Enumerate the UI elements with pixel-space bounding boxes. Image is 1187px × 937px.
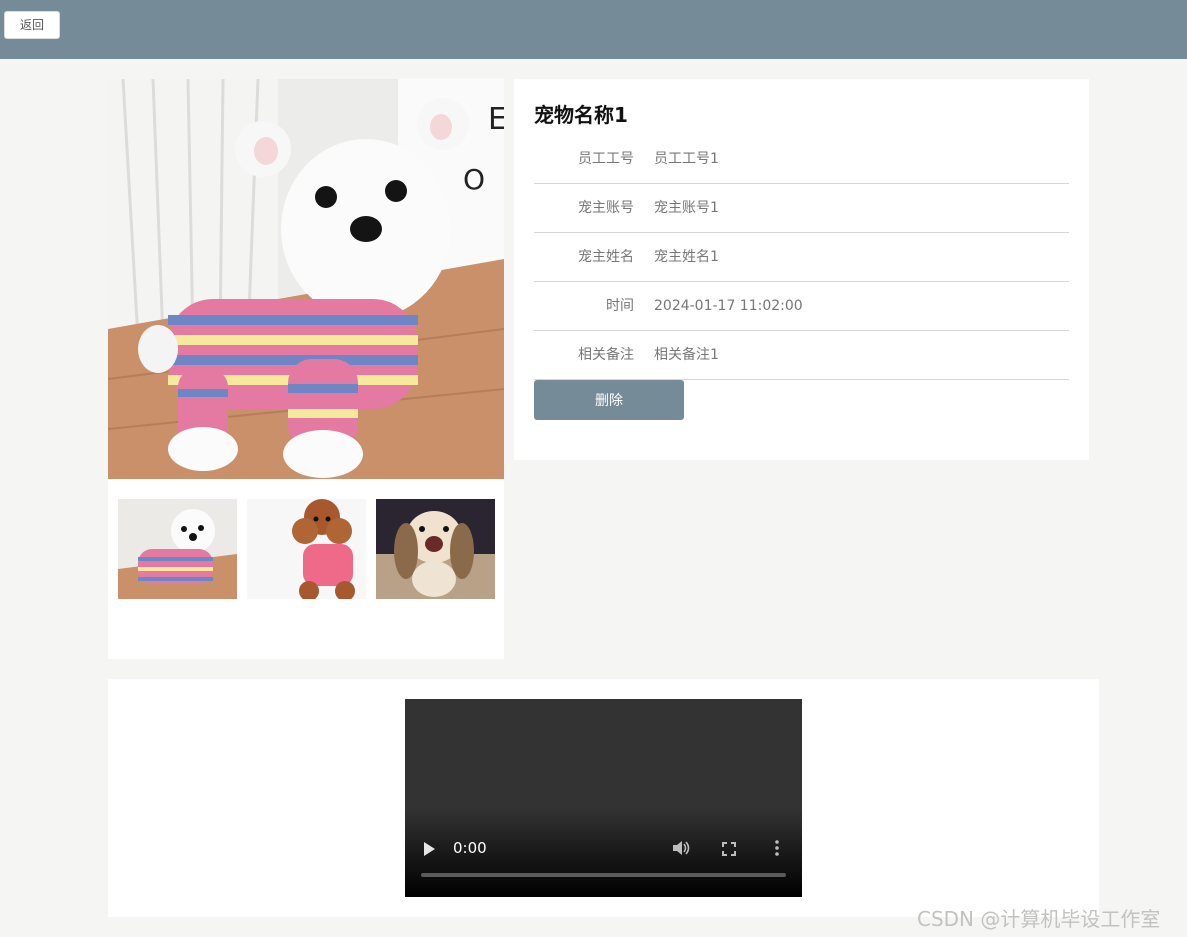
field-row-owner-name: 宠主姓名 宠主姓名1 [534, 233, 1069, 282]
field-value: 宠主账号1 [654, 200, 719, 216]
field-value: 员工工号1 [654, 151, 719, 167]
video-time: 0:00 [453, 839, 487, 857]
watermark: CSDN @计算机毕设工作室 [917, 907, 1161, 931]
thumbnail-strip [118, 499, 495, 599]
pet-name-title: 宠物名称1 [534, 103, 628, 127]
main-pet-photo: E O [108, 79, 504, 479]
svg-text:E: E [488, 102, 504, 137]
back-button[interactable]: 返回 [4, 11, 60, 39]
field-label: 宠主姓名 [578, 249, 634, 265]
detail-fields: 员工工号 员工工号1 宠主账号 宠主账号1 宠主姓名 宠主姓名1 时间 2024… [534, 135, 1069, 380]
volume-icon[interactable] [673, 840, 691, 860]
play-icon[interactable] [424, 842, 435, 856]
delete-button[interactable]: 删除 [534, 380, 684, 420]
thumbnail-1[interactable] [118, 499, 237, 599]
field-row-owner-account: 宠主账号 宠主账号1 [534, 184, 1069, 233]
field-value: 宠主姓名1 [654, 249, 719, 265]
thumbnail-2[interactable] [247, 499, 366, 599]
pet-gallery: E O [108, 79, 504, 659]
video-card: 0:00 [108, 679, 1099, 917]
thumbnail-3[interactable] [376, 499, 495, 599]
field-label: 相关备注 [578, 347, 634, 363]
fullscreen-icon[interactable] [722, 841, 736, 860]
more-options-icon[interactable] [775, 840, 779, 860]
pet-detail-card: 宠物名称1 员工工号 员工工号1 宠主账号 宠主账号1 宠主姓名 宠主姓名1 时… [514, 79, 1089, 460]
field-row-remarks: 相关备注 相关备注1 [534, 331, 1069, 380]
field-value: 2024-01-17 11:02:00 [654, 298, 803, 314]
video-player[interactable]: 0:00 [405, 699, 802, 897]
field-label: 员工工号 [578, 151, 634, 167]
video-progress-track[interactable] [421, 873, 786, 877]
top-bar: 返回 [0, 0, 1187, 59]
field-label: 宠主账号 [578, 200, 634, 216]
field-row-time: 时间 2024-01-17 11:02:00 [534, 282, 1069, 331]
field-row-employee-id: 员工工号 员工工号1 [534, 135, 1069, 184]
field-label: 时间 [606, 298, 634, 314]
svg-text:O: O [463, 163, 485, 196]
field-value: 相关备注1 [654, 347, 719, 363]
